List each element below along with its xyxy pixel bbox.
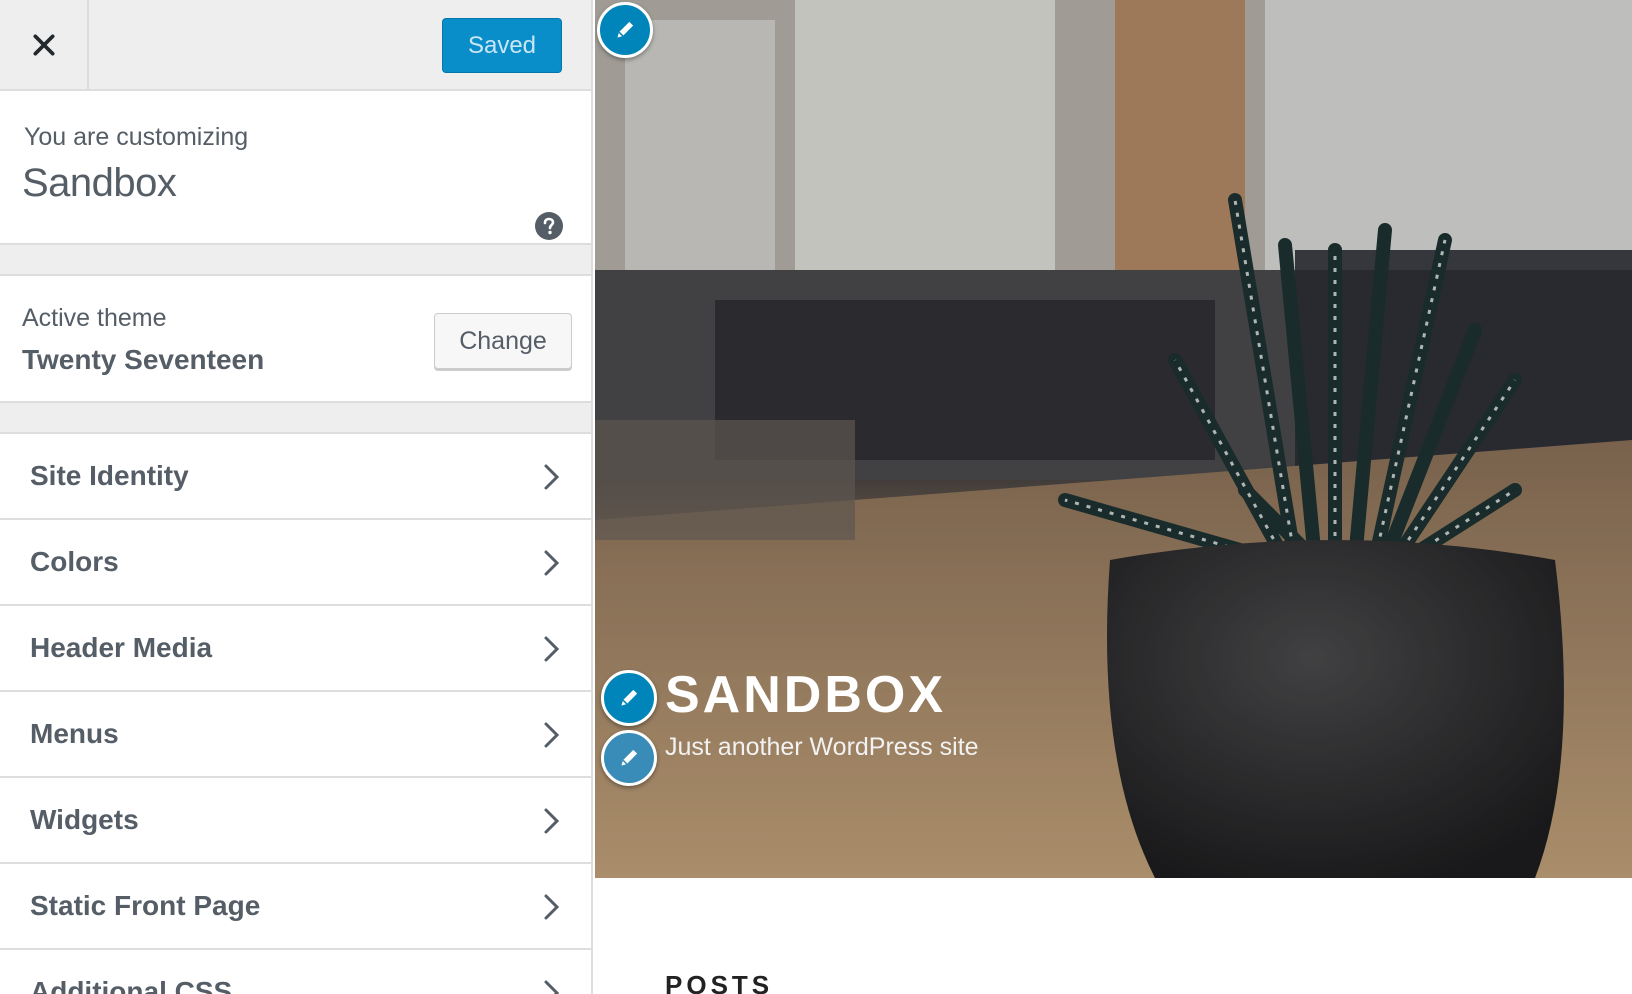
site-title: SANDBOX [665,666,947,724]
section-static-front-page[interactable]: Static Front Page [0,864,591,950]
section-label: Site Identity [30,460,189,491]
active-theme-label: Active theme [22,304,167,332]
section-additional-css[interactable]: Additional CSS [0,950,591,994]
close-button[interactable] [0,0,89,89]
section-menus[interactable]: Menus [0,692,591,778]
edit-shortcut-button[interactable] [597,2,653,58]
customize-info: You are customizing Sandbox [0,91,591,245]
section-label: Menus [30,718,119,749]
site-preview: SANDBOX Just another WordPress site POST… [595,0,1632,994]
section-label: Colors [30,546,119,577]
change-theme-button[interactable]: Change [434,313,572,369]
chevron-right-icon [544,808,560,834]
pencil-icon [621,749,638,766]
section-colors[interactable]: Colors [0,520,591,606]
site-tagline: Just another WordPress site [665,733,979,761]
site-name: Sandbox [22,161,177,205]
chevron-right-icon [544,636,560,662]
save-button[interactable]: Saved [442,18,562,73]
chevron-right-icon [544,722,560,748]
help-icon[interactable] [535,212,563,240]
close-icon [32,33,55,56]
active-theme-name: Twenty Seventeen [22,344,265,375]
section-gap [0,403,591,434]
section-gap [0,245,591,276]
section-label: Header Media [30,632,213,663]
customizing-label: You are customizing [24,123,249,151]
edit-site-title-button[interactable] [601,670,657,726]
header-media: SANDBOX Just another WordPress site [595,0,1632,878]
section-widgets[interactable]: Widgets [0,778,591,864]
active-theme-section: Active theme Twenty Seventeen Change [0,276,591,403]
chevron-right-icon [544,550,560,576]
customizer-header: Saved [0,0,591,91]
edit-tagline-button[interactable] [601,730,657,786]
section-header-media[interactable]: Header Media [0,606,591,692]
section-label: Additional CSS [30,976,233,994]
section-site-identity[interactable]: Site Identity [0,434,591,520]
pencil-icon [617,21,634,38]
pencil-icon [621,689,638,706]
section-label: Widgets [30,804,139,835]
section-label: Static Front Page [30,890,261,921]
chevron-right-icon [544,980,560,994]
customizer-sidebar: Saved You are customizing Sandbox Active… [0,0,593,994]
chevron-right-icon [544,464,560,490]
chevron-right-icon [544,894,560,920]
posts-heading: POSTS [665,970,774,994]
